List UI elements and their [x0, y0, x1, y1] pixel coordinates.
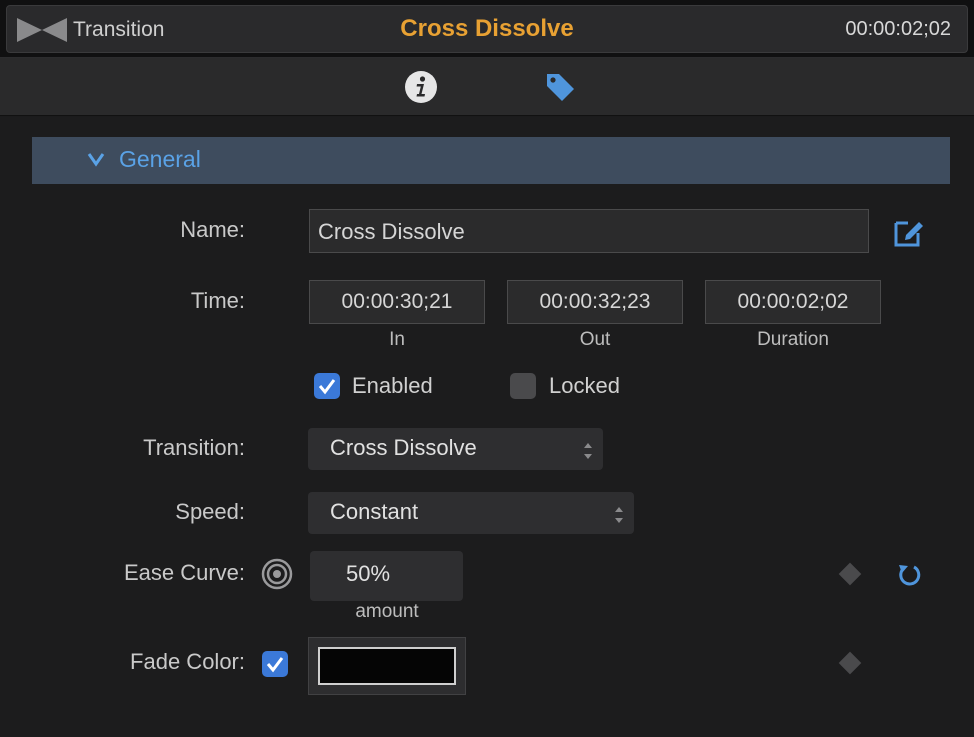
tab-tags[interactable]	[543, 70, 577, 104]
locked-label: Locked	[549, 373, 620, 398]
section-header-general[interactable]: General	[32, 137, 950, 184]
duration-label: Duration	[757, 329, 829, 350]
title-bar: Transition Cross Dissolve 00:00:02;02	[0, 0, 974, 58]
inspector-tab-bar	[0, 58, 974, 116]
speed-label: Speed:	[175, 499, 245, 524]
tag-icon	[547, 74, 574, 101]
fade-color-label: Fade Color:	[130, 649, 245, 674]
ease-dial-icon[interactable]	[261, 558, 293, 590]
title-bar-inner: Transition Cross Dissolve 00:00:02;02	[6, 5, 968, 53]
reset-icon[interactable]	[895, 561, 923, 589]
header-timecode: 00:00:02;02	[845, 18, 951, 40]
time-in-field[interactable]: 00:00:30;21	[309, 280, 485, 324]
info-icon	[405, 71, 437, 103]
time-label: Time:	[190, 288, 245, 313]
amount-label: amount	[355, 601, 419, 622]
speed-popup-value: Constant	[330, 499, 419, 524]
keyframe-icon[interactable]	[838, 651, 862, 675]
enabled-checkbox[interactable]	[314, 373, 340, 399]
time-out-field[interactable]: 00:00:32;23	[507, 280, 683, 324]
ease-amount-field[interactable]: 50%	[310, 551, 463, 601]
inspector-title: Cross Dissolve	[400, 15, 574, 42]
name-field[interactable]: Cross Dissolve	[309, 209, 869, 253]
section-title: General	[119, 146, 201, 172]
name-label: Name:	[180, 217, 245, 242]
popup-arrows-icon	[584, 443, 592, 459]
transition-label: Transition:	[143, 435, 245, 460]
tab-info[interactable]	[404, 70, 438, 104]
transition-popup[interactable]: Cross Dissolve	[308, 428, 603, 470]
ease-curve-label: Ease Curve:	[123, 560, 245, 585]
out-label: Out	[579, 329, 611, 350]
fade-color-checkbox[interactable]	[262, 651, 288, 677]
enabled-label: Enabled	[352, 373, 433, 398]
in-label: In	[389, 329, 405, 350]
time-duration-field[interactable]: 00:00:02;02	[705, 280, 881, 324]
checkmark-icon	[318, 379, 336, 395]
checkmark-icon	[266, 657, 284, 673]
speed-popup[interactable]: Constant	[308, 492, 634, 534]
inspector-content: General Name: Cross Dissolve Time: 00:00…	[0, 117, 974, 737]
edit-icon[interactable]	[892, 215, 926, 249]
chevron-down-icon	[87, 153, 105, 167]
popup-arrows-icon	[615, 507, 623, 523]
transition-popup-value: Cross Dissolve	[330, 435, 477, 460]
fade-color-swatch	[318, 647, 456, 685]
locked-checkbox[interactable]	[510, 373, 536, 399]
keyframe-icon[interactable]	[838, 562, 862, 586]
fade-color-well[interactable]	[308, 637, 466, 695]
